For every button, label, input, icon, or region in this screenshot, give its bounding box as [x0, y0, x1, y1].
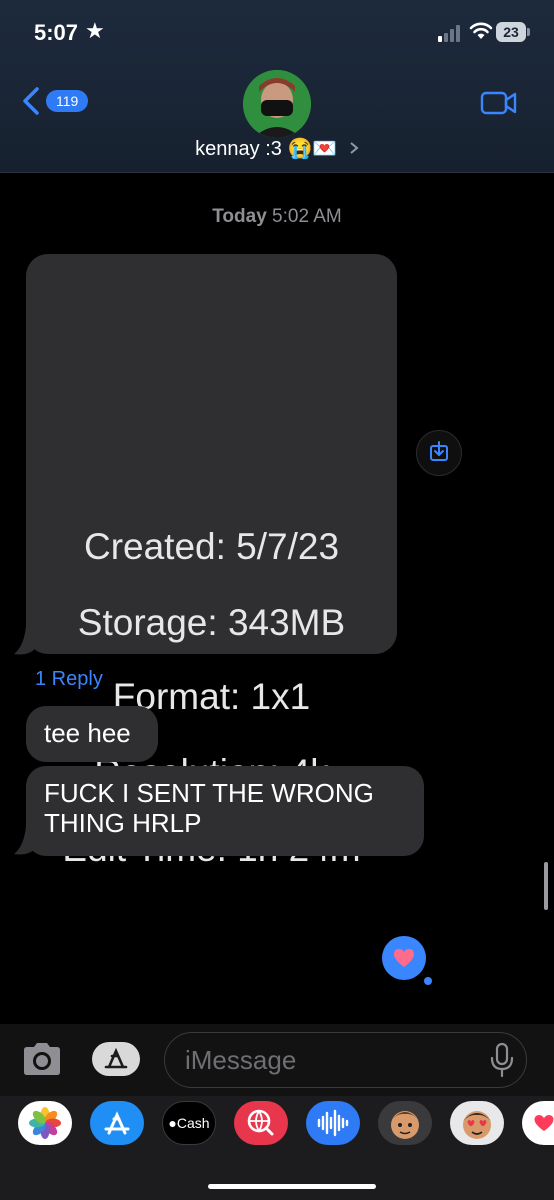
- home-indicator[interactable]: [208, 1184, 376, 1189]
- battery-indicator: 23: [496, 22, 526, 42]
- message-bubble[interactable]: FUCK I SENT THE WRONG THING HRLP: [26, 766, 424, 856]
- heart-hand-icon: [534, 1114, 554, 1131]
- apple-logo-icon: ●: [168, 1115, 177, 1131]
- memoji-icon: [391, 1111, 419, 1139]
- reaction-dot: [424, 977, 432, 985]
- avatar-photo: [243, 70, 311, 138]
- chevron-right-icon: [350, 142, 359, 154]
- facetime-video-icon[interactable]: [480, 90, 518, 116]
- back-button[interactable]: 119: [20, 86, 89, 116]
- timestamp-time: 5:02 AM: [272, 206, 342, 227]
- bubble-tail: [14, 826, 34, 855]
- battery-nub: [527, 28, 530, 36]
- star-icon: ★: [85, 18, 105, 43]
- app-digital-touch[interactable]: [522, 1101, 554, 1145]
- app-audio[interactable]: [306, 1101, 360, 1145]
- image-attachment[interactable]: Created: 5/7/23 Storage: 343MB Format: 1…: [26, 254, 397, 869]
- globe-search-icon: [247, 1109, 274, 1136]
- camera-icon[interactable]: [20, 1040, 64, 1078]
- message-timestamp: Today 5:02 AM: [0, 206, 554, 228]
- thread-reply-link[interactable]: 1 Reply: [35, 668, 103, 691]
- bubble-tail: [14, 626, 34, 655]
- app-memoji[interactable]: [378, 1101, 432, 1145]
- download-icon: [430, 441, 448, 461]
- message-input[interactable]: [164, 1032, 527, 1088]
- app-store-button[interactable]: [92, 1042, 140, 1076]
- app-cash-label: Cash: [176, 1115, 210, 1131]
- app-store-icon: [104, 1047, 128, 1069]
- app-images[interactable]: [234, 1101, 288, 1145]
- contact-avatar[interactable]: [243, 70, 311, 138]
- image-text-storage: Storage: 343MB: [77, 602, 346, 643]
- timestamp-day: Today: [212, 206, 267, 227]
- status-time: 5:07: [34, 20, 79, 45]
- message-bubble[interactable]: tee hee: [26, 706, 158, 762]
- dictation-mic-icon[interactable]: [488, 1042, 516, 1078]
- heart-eyes-memoji-icon: [463, 1111, 491, 1139]
- scrollbar[interactable]: [544, 862, 548, 910]
- app-store-icon: [104, 1111, 130, 1135]
- photos-icon: [29, 1107, 61, 1139]
- image-text-created: Created: 5/7/23: [83, 526, 340, 567]
- app-memoji-stickers[interactable]: [450, 1101, 504, 1145]
- save-image-button[interactable]: [416, 430, 462, 476]
- status-bar: 5:07 ★ 23: [0, 0, 554, 66]
- contact-name[interactable]: kennay :3 😭💌: [0, 136, 554, 161]
- heart-icon: [394, 949, 414, 967]
- unread-count-badge: 119: [46, 90, 89, 112]
- chevron-left-icon: [23, 87, 39, 115]
- cellular-signal-icon: [438, 24, 464, 42]
- app-cash[interactable]: ●Cash: [162, 1101, 216, 1145]
- waveform-icon: [317, 1109, 349, 1137]
- wifi-icon: [469, 22, 493, 39]
- app-app-store[interactable]: [90, 1101, 144, 1145]
- reaction-button[interactable]: [382, 936, 426, 980]
- contact-name-text: kennay :3 😭💌: [195, 138, 338, 160]
- app-photos[interactable]: [18, 1101, 72, 1145]
